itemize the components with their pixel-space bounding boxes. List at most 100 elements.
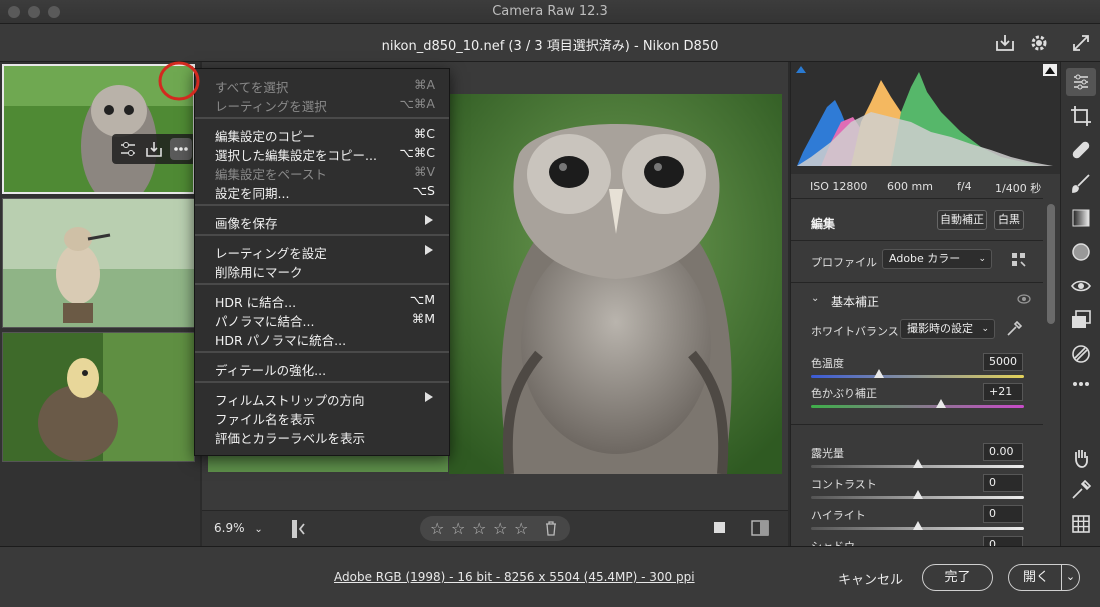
menu-item[interactable]: 編集設定をペースト ⌘V: [215, 164, 445, 183]
slider-handle[interactable]: [912, 490, 923, 499]
kookaburra-thumbnail-image: [3, 199, 194, 327]
save-icon[interactable]: [144, 139, 164, 159]
grid-icon[interactable]: [1069, 512, 1093, 536]
slider-label: コントラスト: [811, 478, 877, 491]
menu-separator: [195, 381, 449, 383]
slider-value-field[interactable]: +21: [983, 383, 1023, 401]
gear-icon[interactable]: [1028, 32, 1050, 54]
menu-item[interactable]: すべてを選択 ⌘A: [215, 77, 445, 96]
radial-filter-icon[interactable]: [1069, 240, 1093, 264]
star-5[interactable]: ☆: [514, 519, 528, 538]
vulture-thumbnail-image: [3, 333, 194, 461]
footer-bar: Adobe RGB (1998) - 16 bit - 8256 x 5504 …: [0, 546, 1100, 607]
menu-item[interactable]: ディテールの強化...: [215, 360, 445, 379]
hand-icon[interactable]: [1069, 446, 1093, 470]
slider-value-field[interactable]: 0: [983, 505, 1023, 523]
highlight-clipping-icon[interactable]: [1043, 64, 1057, 76]
profile-browser-icon[interactable]: [1010, 251, 1028, 269]
menu-item-shortcut: ⌘M: [411, 311, 435, 326]
white-balance-dropdown[interactable]: 撮影時の設定 ⌄: [900, 319, 995, 339]
shutter-speed: 1/400 秒: [995, 182, 1042, 195]
bw-button[interactable]: 白黒: [994, 210, 1024, 230]
menu-item-label: HDR パノラマに統合...: [215, 333, 347, 348]
eye-icon[interactable]: [1017, 294, 1031, 304]
chevron-down-icon[interactable]: ⌄: [811, 293, 819, 304]
trash-icon[interactable]: [544, 521, 558, 536]
save-image-icon[interactable]: [994, 32, 1016, 54]
redeye-icon[interactable]: [1069, 274, 1093, 298]
more-options-button[interactable]: [170, 138, 192, 160]
eyedropper-icon[interactable]: [1005, 320, 1023, 338]
menu-item[interactable]: レーティングを設定: [215, 243, 445, 262]
fullscreen-icon[interactable]: [1070, 32, 1092, 54]
menu-item-label: 画像を保存: [215, 216, 278, 231]
menu-item-shortcut: ⌥M: [409, 292, 435, 307]
slider-handle[interactable]: [912, 521, 923, 530]
slider-value-field[interactable]: 5000: [983, 353, 1023, 371]
panel-scrollbar[interactable]: [1047, 204, 1055, 324]
slider-value-field[interactable]: 0: [983, 536, 1023, 546]
menu-item[interactable]: レーティングを選択 ⌥⌘A: [215, 96, 445, 115]
menu-item[interactable]: 削除用にマーク: [215, 262, 445, 281]
menu-item[interactable]: 編集設定のコピー ⌘C: [215, 126, 445, 145]
basic-section-title[interactable]: 基本補正: [831, 293, 879, 310]
iso-value: ISO 12800: [810, 180, 868, 193]
auto-button[interactable]: 自動補正: [937, 210, 987, 230]
star-2[interactable]: ☆: [451, 519, 465, 538]
chevron-down-icon[interactable]: ⌄: [1061, 564, 1079, 591]
more-tools-icon[interactable]: [1069, 372, 1093, 396]
thumbnail-vulture[interactable]: [2, 332, 195, 462]
star-1[interactable]: ☆: [430, 519, 444, 538]
submenu-arrow-icon: [425, 392, 433, 402]
thumbnail-toolbar: [112, 134, 193, 164]
open-button[interactable]: 開く ⌄: [1008, 564, 1080, 591]
slider-handle[interactable]: [935, 399, 946, 408]
cancel-button[interactable]: キャンセル: [838, 569, 903, 588]
ellipsis-icon: [174, 147, 188, 151]
brush-icon[interactable]: [1069, 172, 1093, 196]
star-3[interactable]: ☆: [472, 519, 486, 538]
snapshots-icon[interactable]: [1069, 308, 1093, 332]
menu-item-label: 削除用にマーク: [215, 265, 303, 280]
slider-value-field[interactable]: 0: [983, 474, 1023, 492]
frame-icon[interactable]: [712, 520, 728, 536]
edit-settings-icon[interactable]: [118, 139, 138, 159]
slider-track[interactable]: [811, 405, 1024, 408]
menu-separator: [195, 234, 449, 236]
slider-value-field[interactable]: 0.00: [983, 443, 1023, 461]
thumbnail-kookaburra[interactable]: [2, 198, 195, 328]
workflow-options-link[interactable]: Adobe RGB (1998) - 16 bit - 8256 x 5504 …: [334, 570, 695, 584]
slider-handle[interactable]: [912, 459, 923, 468]
menu-item[interactable]: 設定を同期... ⌥S: [215, 183, 445, 202]
menu-item[interactable]: 評価とカラーラベルを表示: [215, 428, 445, 447]
menu-item[interactable]: HDR パノラマに統合...: [215, 330, 445, 349]
menu-item-label: ファイル名を表示: [215, 412, 316, 427]
edit-panel: ISO 12800 600 mm f/4 1/400 秒 編集 自動補正 白黒 …: [790, 62, 1060, 546]
profile-value: Adobe カラー: [889, 252, 961, 265]
menu-item[interactable]: フィルムストリップの方向: [215, 390, 445, 409]
color-sampler-icon[interactable]: [1069, 478, 1093, 502]
zoom-level[interactable]: 6.9% ⌄: [214, 521, 263, 535]
menu-item[interactable]: 画像を保存: [215, 213, 445, 232]
highlight-circle: [158, 61, 200, 101]
before-after-icon[interactable]: [750, 518, 770, 538]
menu-item[interactable]: 選択した編集設定をコピー... ⌥⌘C: [215, 145, 445, 164]
crop-icon[interactable]: [1069, 104, 1093, 128]
slider-handle[interactable]: [874, 369, 885, 378]
shadow-clipping-icon[interactable]: [795, 64, 807, 74]
menu-item[interactable]: ファイル名を表示: [215, 409, 445, 428]
edit-title: 編集: [811, 217, 836, 231]
star-rating[interactable]: ☆ ☆ ☆ ☆ ☆: [420, 516, 570, 541]
menu-item[interactable]: パノラマに結合... ⌘M: [215, 311, 445, 330]
filmstrip-toggle-icon[interactable]: [290, 518, 310, 540]
done-button[interactable]: 完了: [922, 564, 993, 591]
gradient-icon[interactable]: [1069, 206, 1093, 230]
profile-dropdown[interactable]: Adobe カラー ⌄: [882, 249, 992, 269]
star-4[interactable]: ☆: [493, 519, 507, 538]
slider-track[interactable]: [811, 375, 1024, 378]
menu-item-shortcut: ⌘A: [413, 77, 435, 92]
presets-icon[interactable]: [1069, 342, 1093, 366]
menu-item[interactable]: HDR に結合... ⌥M: [215, 292, 445, 311]
edit-tool-button[interactable]: [1066, 68, 1096, 96]
healing-icon[interactable]: [1069, 138, 1093, 162]
